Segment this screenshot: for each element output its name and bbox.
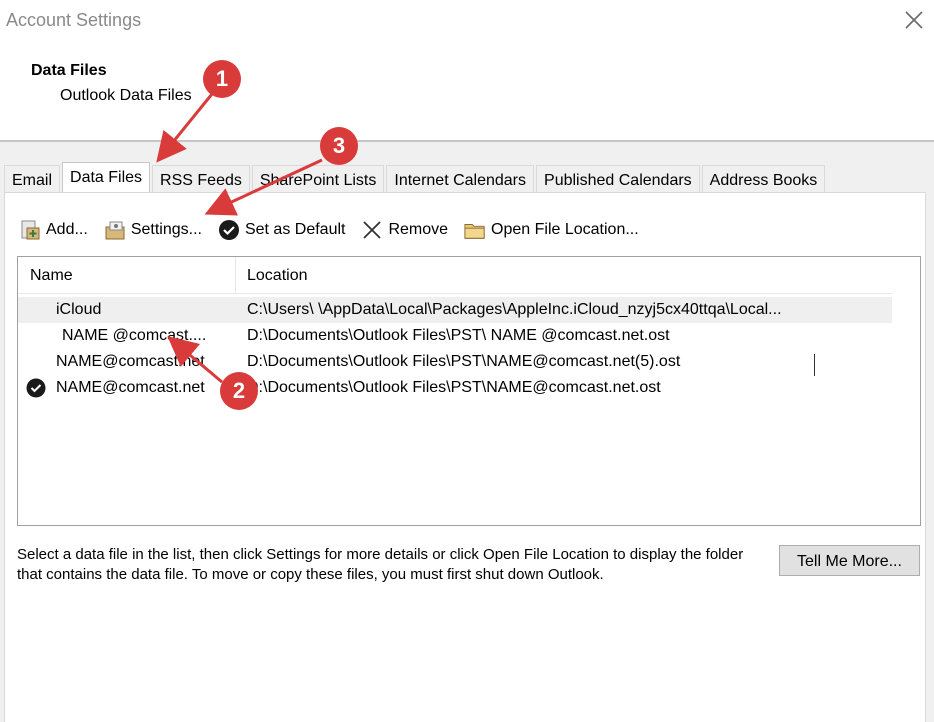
list-header: Name Location [18, 257, 892, 294]
column-header-name[interactable]: Name [18, 257, 236, 293]
data-files-panel: Add... Settings... Set as Default Remove [4, 192, 926, 722]
folder-icon [464, 219, 486, 241]
annotation-badge-3: 3 [320, 127, 358, 165]
list-item[interactable]: NAME@comcast.net D:\Documents\Outlook Fi… [18, 349, 892, 375]
list-item[interactable]: NAME @comcast.... D:\Documents\Outlook F… [18, 323, 892, 349]
file-name: NAME @comcast.... [62, 327, 207, 344]
file-location: D:\Documents\Outlook Files\PST\ NAME @co… [247, 327, 670, 344]
dialog-body: Email Data Files RSS Feeds SharePoint Li… [0, 140, 934, 722]
data-files-list[interactable]: Name Location iCloud C:\Users\ \AppData\… [17, 256, 921, 526]
remove-label: Remove [388, 221, 449, 238]
title-bar: Account Settings [0, 0, 934, 44]
set-as-default-label: Set as Default [244, 221, 346, 238]
add-button[interactable]: Add... [19, 217, 88, 243]
tab-sharepoint-lists[interactable]: SharePoint Lists [251, 165, 385, 192]
settings-label: Settings... [130, 221, 202, 238]
file-location: C:\Users\ \AppData\Local\Packages\AppleI… [247, 301, 782, 318]
tell-me-more-button[interactable]: Tell Me More... [779, 545, 920, 576]
open-file-location-label: Open File Location... [491, 221, 639, 238]
list-item[interactable]: NAME@comcast.net D:\Documents\Outlook Fi… [18, 375, 892, 401]
close-icon [905, 11, 923, 29]
list-item[interactable]: iCloud C:\Users\ \AppData\Local\Packages… [18, 297, 892, 323]
file-name: iCloud [56, 301, 102, 318]
settings-icon [104, 219, 126, 241]
tab-strip: Email Data Files RSS Feeds SharePoint Li… [4, 162, 827, 193]
file-location: D:\Documents\Outlook Files\PST\NAME@comc… [247, 353, 681, 370]
tab-published-calendars[interactable]: Published Calendars [536, 165, 700, 192]
open-file-location-button[interactable]: Open File Location... [464, 217, 639, 243]
dialog-header: Data Files Outlook Data Files [0, 44, 934, 140]
header-title: Data Files [31, 62, 107, 79]
check-circle-icon [218, 219, 240, 241]
help-description: Select a data file in the list, then cli… [17, 546, 744, 583]
settings-button[interactable]: Settings... [104, 217, 202, 243]
add-label: Add... [46, 221, 88, 238]
toolbar: Add... Settings... Set as Default Remove [19, 217, 655, 243]
set-as-default-button[interactable]: Set as Default [218, 217, 346, 243]
tab-address-books[interactable]: Address Books [701, 165, 826, 192]
remove-x-icon [361, 219, 383, 241]
remove-button[interactable]: Remove [361, 217, 448, 243]
column-header-location[interactable]: Location [247, 257, 308, 295]
add-file-icon [19, 219, 41, 241]
header-subtitle: Outlook Data Files [60, 87, 192, 104]
annotation-badge-1: 1 [203, 60, 241, 98]
window-title: Account Settings [6, 10, 142, 30]
file-name: NAME@comcast.net [56, 379, 205, 396]
file-name: NAME@comcast.net [56, 353, 205, 370]
text-cursor [814, 354, 815, 376]
tab-email[interactable]: Email [4, 165, 61, 192]
file-location: D:\Documents\Outlook Files\PST\NAME@comc… [247, 379, 661, 396]
tab-data-files[interactable]: Data Files [62, 162, 151, 193]
close-button[interactable] [900, 6, 928, 34]
tab-rss-feeds[interactable]: RSS Feeds [152, 165, 250, 192]
default-check-icon [26, 378, 46, 407]
tab-internet-calendars[interactable]: Internet Calendars [386, 165, 535, 192]
annotation-badge-2: 2 [220, 372, 258, 410]
